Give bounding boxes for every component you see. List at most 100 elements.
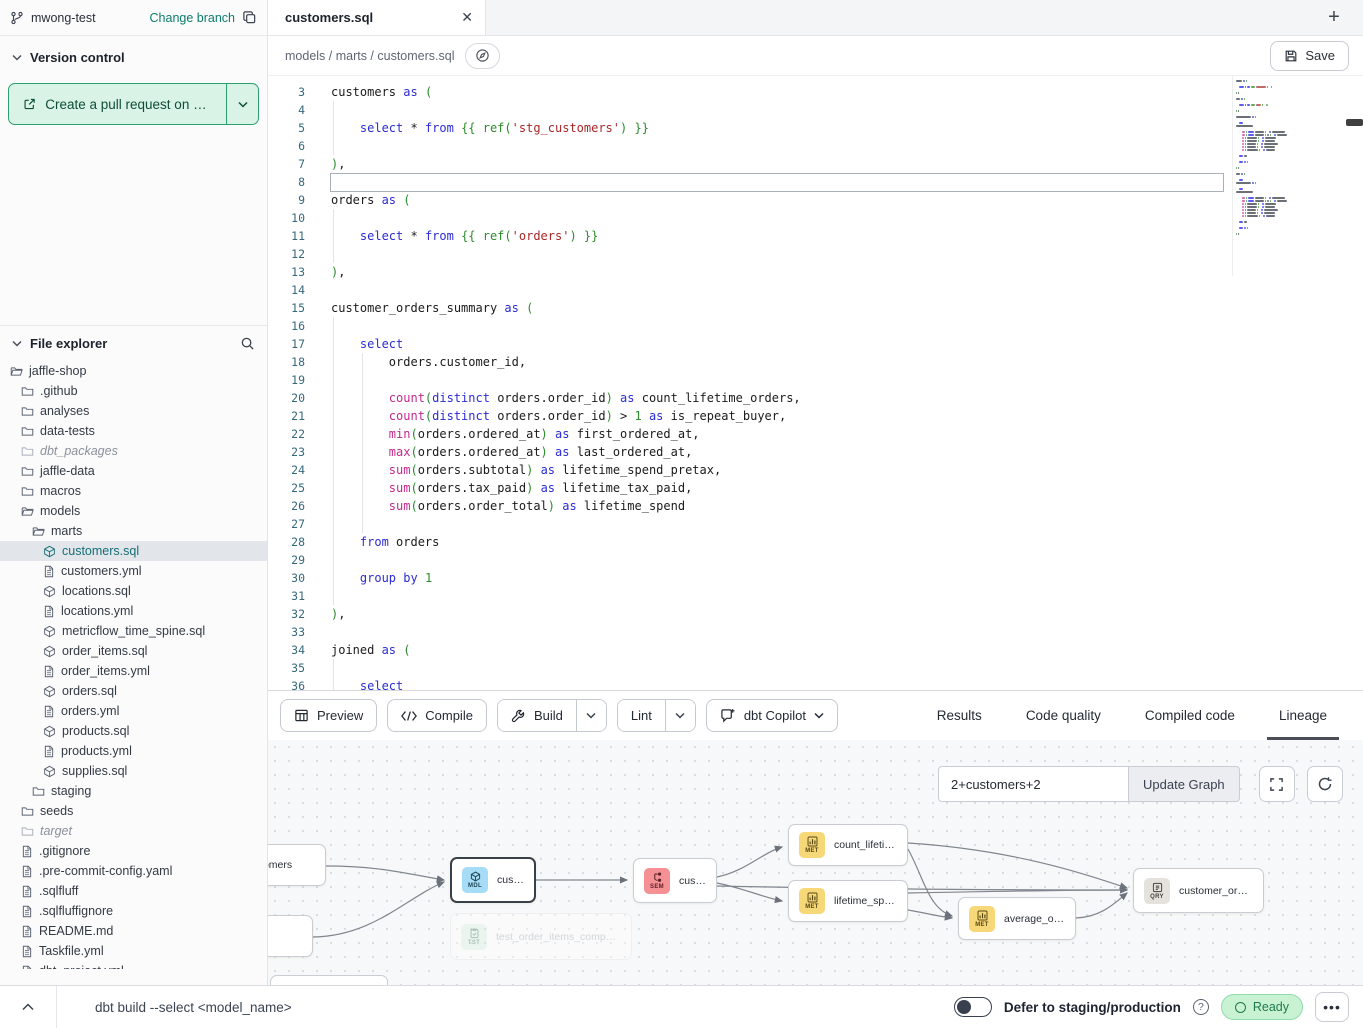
compass-icon[interactable]	[465, 43, 500, 69]
code-line-29: 29	[268, 551, 1363, 569]
chevron-down-icon[interactable]	[12, 340, 22, 347]
update-graph-button[interactable]: Update Graph	[1128, 766, 1240, 802]
tree-item-jaffle-shop[interactable]: jaffle-shop	[0, 361, 267, 381]
tree-item-customers-yml[interactable]: customers.yml	[0, 561, 267, 581]
lineage-node-count-lifetime-orders[interactable]: METcount_lifetime_orders	[788, 824, 908, 866]
close-icon[interactable]: ✕	[461, 9, 473, 26]
command-input[interactable]: dbt build --select <model_name>	[56, 986, 954, 1028]
change-branch-link[interactable]: Change branch	[150, 11, 235, 25]
lineage-node-label: average_order_value	[1004, 913, 1065, 925]
more-options-button[interactable]: •••	[1315, 992, 1349, 1022]
tree-item-orders-yml[interactable]: orders.yml	[0, 701, 267, 721]
fullscreen-icon[interactable]	[1259, 766, 1295, 802]
tree-item-models[interactable]: models	[0, 501, 267, 521]
tree-item-macros[interactable]: macros	[0, 481, 267, 501]
tree-item-data-tests[interactable]: data-tests	[0, 421, 267, 441]
line-number: 21	[268, 407, 305, 425]
lineage-selector-input[interactable]	[938, 766, 1128, 802]
tree-item-jaffle-data[interactable]: jaffle-data	[0, 461, 267, 481]
status-badge: Ready	[1221, 994, 1303, 1020]
refresh-icon[interactable]	[1307, 766, 1343, 802]
dbt-copilot-button[interactable]: dbt Copilot	[706, 699, 838, 732]
tree-item--github[interactable]: .github	[0, 381, 267, 401]
tree-item-metricflow-time-spine-sql[interactable]: metricflow_time_spine.sql	[0, 621, 267, 641]
chevron-down-icon[interactable]	[12, 54, 22, 61]
preview-button[interactable]: Preview	[280, 699, 377, 732]
folder-icon	[21, 485, 34, 498]
tree-item-products-yml[interactable]: products.yml	[0, 741, 267, 761]
tree-item-locations-sql[interactable]: locations.sql	[0, 581, 267, 601]
tree-item-dbt-packages[interactable]: dbt_packages	[0, 441, 267, 461]
save-button[interactable]: Save	[1270, 41, 1349, 71]
chevron-up-icon[interactable]	[0, 1003, 56, 1011]
scrollbar-thumb[interactable]	[1346, 119, 1363, 126]
tree-item-locations-yml[interactable]: locations.yml	[0, 601, 267, 621]
tree-item-label: .sqlfluff	[39, 884, 78, 898]
tree-item-target[interactable]: target	[0, 821, 267, 841]
create-pr-caret-button[interactable]	[226, 84, 258, 124]
line-number: 7	[268, 155, 305, 173]
tab-compiled-code[interactable]: Compiled code	[1123, 691, 1257, 740]
lineage-node-partial[interactable]	[270, 975, 388, 985]
lineage-node-customers[interactable]: MDLcustomers	[450, 857, 536, 903]
tree-item--sqlfluffignore[interactable]: .sqlfluffignore	[0, 901, 267, 921]
file-icon	[43, 745, 55, 758]
tree-item-order-items-yml[interactable]: order_items.yml	[0, 661, 267, 681]
copy-icon[interactable]	[242, 10, 257, 25]
tree-item-label: Taskfile.yml	[39, 944, 104, 958]
compile-button[interactable]: Compile	[387, 699, 487, 732]
build-caret-button[interactable]	[576, 700, 606, 731]
tree-item-dbt-project-yml[interactable]: dbt_project.yml	[0, 961, 267, 969]
tree-item-seeds[interactable]: seeds	[0, 801, 267, 821]
code-editor[interactable]: 3customers as (45 select * from {{ ref('…	[268, 76, 1363, 690]
file-explorer-title: File explorer	[30, 336, 107, 351]
lint-caret-button[interactable]	[665, 700, 695, 731]
command-bar: dbt build --select <model_name> Defer to…	[0, 985, 1363, 1028]
tree-item-label: .pre-commit-config.yaml	[39, 864, 172, 878]
tree-item-taskfile-yml[interactable]: Taskfile.yml	[0, 941, 267, 961]
file-icon	[21, 865, 33, 878]
tree-item-supplies-sql[interactable]: supplies.sql	[0, 761, 267, 781]
lint-button[interactable]: Lint	[618, 700, 665, 731]
tree-item-marts[interactable]: marts	[0, 521, 267, 541]
lineage-node-stg-customers[interactable]: stg_customers	[268, 844, 326, 886]
tree-item-staging[interactable]: staging	[0, 781, 267, 801]
minimap[interactable]	[1232, 76, 1312, 276]
lineage-node-customers[interactable]: SEMcustomers	[633, 858, 717, 903]
file-tab-customers-sql[interactable]: customers.sql ✕	[268, 0, 486, 35]
lineage-panel: stg_customersorders MDLcustomers TSTtest_o…	[268, 740, 1363, 985]
tree-item-readme-md[interactable]: README.md	[0, 921, 267, 941]
tree-item--pre-commit-config-yaml[interactable]: .pre-commit-config.yaml	[0, 861, 267, 881]
lineage-node-orders[interactable]: orders	[268, 915, 313, 957]
line-number: 3	[268, 83, 305, 101]
tree-item-order-items-sql[interactable]: order_items.sql	[0, 641, 267, 661]
build-button[interactable]: Build	[498, 700, 576, 731]
lineage-node-lifetime-spend-pretax[interactable]: METlifetime_spend_pretax	[788, 880, 908, 922]
tree-item--sqlfluff[interactable]: .sqlfluff	[0, 881, 267, 901]
tst-badge-icon: TST	[461, 924, 487, 950]
create-pr-button[interactable]: Create a pull request on Git...	[9, 84, 226, 124]
lineage-node-test-order-items-compute-to-bools-[interactable]: TSTtest_order_items_compute_to_bools...	[450, 913, 632, 960]
tree-item-orders-sql[interactable]: orders.sql	[0, 681, 267, 701]
help-icon[interactable]: ?	[1193, 999, 1209, 1015]
new-tab-button[interactable]: +	[1305, 0, 1363, 35]
tab-results[interactable]: Results	[915, 691, 1004, 740]
tree-item-label: products.yml	[61, 744, 132, 758]
defer-toggle[interactable]	[954, 997, 992, 1017]
tree-item--gitignore[interactable]: .gitignore	[0, 841, 267, 861]
line-number: 36	[268, 677, 305, 690]
tree-item-label: staging	[51, 784, 91, 798]
file-tab-title: customers.sql	[285, 10, 453, 25]
search-icon[interactable]	[240, 336, 255, 351]
lineage-node-average-order-value[interactable]: METaverage_order_value	[958, 897, 1076, 940]
folder-icon	[32, 785, 45, 798]
tree-item-label: metricflow_time_spine.sql	[62, 624, 205, 638]
tree-item-customers-sql[interactable]: customers.sql	[0, 541, 267, 561]
tab-code-quality[interactable]: Code quality	[1004, 691, 1123, 740]
tree-item-products-sql[interactable]: products.sql	[0, 721, 267, 741]
model-cube-icon	[43, 585, 56, 598]
tab-lineage[interactable]: Lineage	[1257, 691, 1349, 740]
lineage-node-customer-order-metrics[interactable]: QRYcustomer_order_metrics	[1133, 868, 1264, 913]
folder-icon	[10, 365, 23, 378]
tree-item-analyses[interactable]: analyses	[0, 401, 267, 421]
